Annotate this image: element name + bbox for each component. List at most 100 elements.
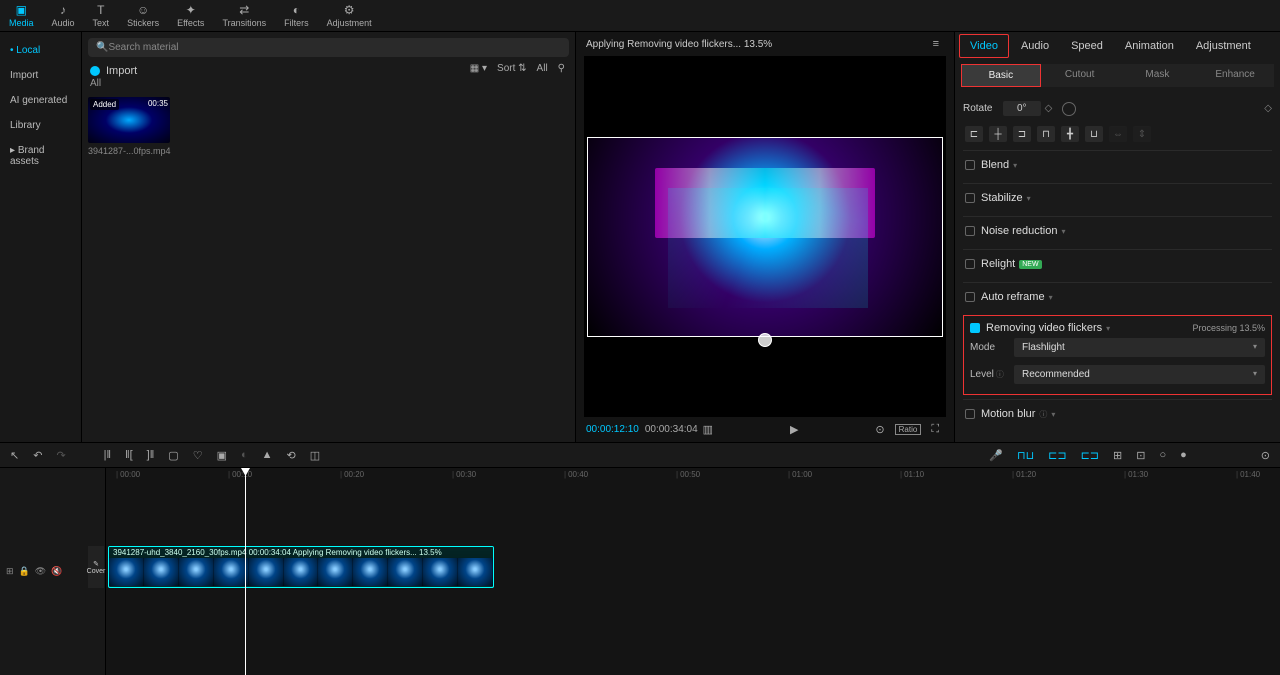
top-tab-stickers[interactable]: ☺Stickers [118, 0, 168, 31]
zoom-out-button[interactable]: ○ [1157, 449, 1168, 461]
inspector-tab-animation[interactable]: Animation [1115, 35, 1184, 57]
sort-button[interactable]: Sort ⇅ [497, 63, 527, 74]
redo-button[interactable]: ↷ [54, 449, 67, 462]
rotate-dial[interactable] [1062, 102, 1076, 116]
section-motion-blur[interactable]: Motion blurⓘ▾ [965, 408, 1270, 420]
filter-all-button[interactable]: All [537, 63, 548, 74]
zoom-dot-button[interactable]: ● [1178, 449, 1189, 461]
distribute-v-button[interactable]: ⇕ [1133, 126, 1151, 142]
inspector-tab-adjustment[interactable]: Adjustment [1186, 35, 1261, 57]
link-button[interactable]: ⊏⊐ [1046, 449, 1068, 462]
timeline-ruler[interactable]: 00:00 00:10 00:20 00:30 00:40 00:50 01:0… [106, 468, 1280, 484]
checkbox-icon[interactable] [965, 160, 975, 170]
rotate-input[interactable]: 0° [1003, 101, 1041, 116]
checkbox-icon[interactable] [965, 259, 975, 269]
adjustment-icon: ⚙ [344, 4, 355, 16]
mode-dropdown[interactable]: Flashlight▾ [1014, 338, 1265, 357]
crop-button[interactable]: ▢ [166, 449, 180, 462]
section-noise[interactable]: Noise reduction▾ [965, 225, 1270, 237]
split-left-button[interactable]: ‖[ [123, 449, 135, 461]
info-icon[interactable]: ⓘ [1039, 409, 1047, 420]
level-dropdown[interactable]: Recommended▾ [1014, 365, 1265, 384]
play-button[interactable]: ▶ [790, 423, 798, 436]
fullscreen-icon[interactable]: ⛶ [931, 423, 939, 436]
checkbox-icon[interactable] [965, 292, 975, 302]
mute-icon[interactable]: 🔇 [51, 566, 62, 577]
sidebar-item-library[interactable]: Library [0, 113, 81, 138]
anchor-icon[interactable] [758, 333, 772, 347]
filter-icon[interactable]: ⚲ [558, 63, 565, 74]
distribute-h-button[interactable]: ⇔ [1109, 126, 1127, 142]
split-button[interactable]: |‖ [102, 449, 113, 461]
align-left-button[interactable]: ⊏ [965, 126, 983, 142]
timeline-body[interactable]: 00:00 00:10 00:20 00:30 00:40 00:50 01:0… [106, 468, 1280, 675]
fit-button[interactable]: ⊙ [1259, 449, 1272, 462]
align-vcenter-button[interactable]: ╋ [1061, 126, 1079, 142]
subtab-basic[interactable]: Basic [961, 64, 1041, 87]
reverse-button[interactable]: ◐ [239, 449, 250, 461]
eye-icon[interactable]: 👁 [35, 566, 46, 577]
sidebar-item-brand[interactable]: ▸ Brand assets [0, 138, 81, 174]
section-flicker[interactable]: Removing video flickers ▾ Processing 13.… [970, 322, 1265, 334]
lock-icon[interactable]: 🔒 [19, 566, 30, 577]
grid-view-button[interactable]: ▦ ▾ [470, 63, 487, 74]
subtab-mask[interactable]: Mask [1119, 64, 1197, 87]
mic-button[interactable]: 🎤 [987, 449, 1005, 462]
track2-button[interactable]: ⊡ [1134, 449, 1147, 462]
keyframe-icon[interactable]: ◇ [1264, 103, 1272, 114]
section-blend[interactable]: Blend▾ [965, 159, 1270, 171]
preview-canvas[interactable] [584, 56, 946, 417]
top-tab-filters[interactable]: ◐Filters [275, 0, 318, 31]
top-tab-adjustment[interactable]: ⚙Adjustment [318, 0, 381, 31]
rotate-button[interactable]: ⟲ [285, 449, 298, 462]
top-tab-audio[interactable]: ♪Audio [43, 0, 84, 31]
section-relight[interactable]: RelightNEW [965, 258, 1270, 270]
section-stabilize[interactable]: Stabilize▾ [965, 192, 1270, 204]
subtab-enhance[interactable]: Enhance [1196, 64, 1274, 87]
crop2-button[interactable]: ◫ [308, 449, 322, 462]
category-all: All [88, 74, 569, 93]
playhead[interactable] [245, 468, 246, 675]
sidebar-item-ai[interactable]: AI generated [0, 88, 81, 113]
checkbox-icon[interactable] [965, 226, 975, 236]
top-tab-text[interactable]: TText [84, 0, 119, 31]
sidebar-item-local[interactable]: Local [0, 38, 81, 63]
spinner-icon[interactable]: ◇ [1045, 103, 1053, 114]
align-hcenter-button[interactable]: ┼ [989, 126, 1007, 142]
track-button[interactable]: ⊞ [1111, 449, 1124, 462]
sidebar-item-import[interactable]: Import [0, 63, 81, 88]
audio-icon: ♪ [60, 4, 66, 16]
snap-icon[interactable]: ⊙ [875, 423, 884, 436]
align-top-button[interactable]: ⊓ [1037, 126, 1055, 142]
undo-button[interactable]: ↶ [31, 449, 44, 462]
info-icon[interactable]: ⓘ [996, 370, 1004, 379]
split-right-button[interactable]: ]‖ [145, 449, 157, 461]
checkbox-on-icon[interactable] [970, 323, 980, 333]
inspector-tab-video[interactable]: Video [959, 34, 1009, 58]
mirror-button[interactable]: ▲ [260, 449, 275, 461]
preview-cut-button[interactable]: ⊏⊐ [1079, 449, 1101, 462]
cover-button[interactable]: ✎Cover [88, 546, 104, 588]
inspector-tab-audio[interactable]: Audio [1011, 35, 1059, 57]
expand-icon[interactable]: ⊞ [6, 566, 14, 577]
marker-button[interactable]: ♡ [191, 449, 205, 462]
search-input[interactable]: 🔍 Search material [88, 38, 569, 57]
inspector-tab-speed[interactable]: Speed [1061, 35, 1113, 57]
checkbox-icon[interactable] [965, 409, 975, 419]
menu-icon[interactable]: ≡ [933, 38, 939, 50]
subtab-cutout[interactable]: Cutout [1041, 64, 1119, 87]
top-tab-transitions[interactable]: ⇄Transitions [213, 0, 275, 31]
top-tab-effects[interactable]: ✦Effects [168, 0, 213, 31]
checkbox-icon[interactable] [965, 193, 975, 203]
align-right-button[interactable]: ⊐ [1013, 126, 1031, 142]
section-reframe[interactable]: Auto reframe▾ [965, 291, 1270, 303]
pointer-tool[interactable]: ↖ [8, 449, 21, 462]
media-thumbnail[interactable]: Added 00:35 [88, 97, 170, 143]
columns-icon[interactable]: ▥ [703, 423, 713, 436]
timeline-clip[interactable]: 3941287-uhd_3840_2160_30fps.mp4 00:00:34… [108, 546, 494, 588]
ratio-button[interactable]: Ratio [895, 424, 922, 435]
magnet-button[interactable]: ⊓⊔ [1015, 449, 1036, 462]
top-tab-media[interactable]: ▣Media [0, 0, 43, 31]
align-bottom-button[interactable]: ⊔ [1085, 126, 1103, 142]
freeze-button[interactable]: ▣ [215, 449, 229, 462]
